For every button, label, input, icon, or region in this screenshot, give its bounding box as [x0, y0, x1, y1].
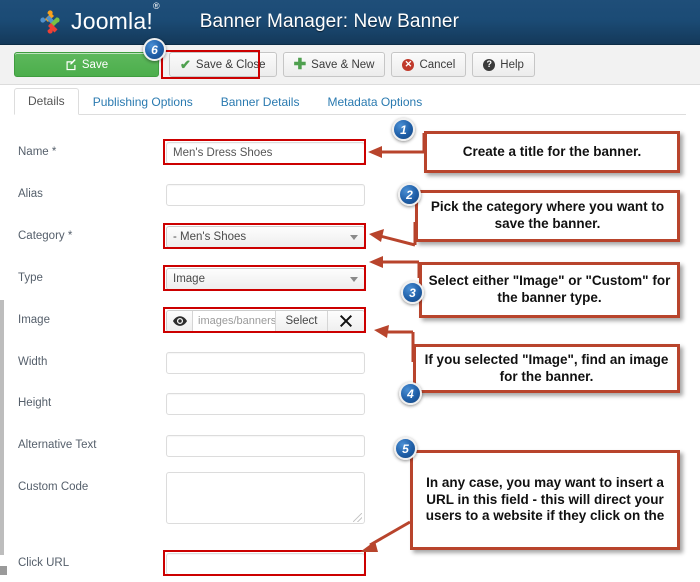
question-circle-icon: ?: [483, 58, 496, 71]
app-header: Joomla!® Banner Manager: New Banner: [0, 0, 700, 45]
joomla-banner-manager-screen: Joomla!® Banner Manager: New Banner Save…: [0, 0, 700, 582]
help-label: Help: [500, 58, 524, 71]
type-label: Type: [18, 272, 43, 284]
category-select-value: - Men's Shoes: [173, 231, 247, 243]
close-x-icon[interactable]: [328, 311, 364, 331]
type-select-value: Image: [173, 273, 205, 285]
cancel-circle-icon: ✕: [402, 58, 415, 71]
brand-name: Joomla!®: [71, 0, 160, 34]
tab-metadata-options[interactable]: Metadata Options: [313, 89, 436, 115]
height-field[interactable]: [166, 393, 365, 415]
height-input[interactable]: [166, 393, 365, 415]
image-field[interactable]: images/banners Select: [166, 310, 365, 332]
chevron-down-icon: [350, 276, 358, 282]
alternative-text-input[interactable]: [166, 435, 365, 457]
width-label: Width: [18, 356, 48, 368]
callout-1: Create a title for the banner.: [424, 131, 680, 173]
tab-details[interactable]: Details: [14, 88, 79, 115]
category-label: Category *: [18, 230, 73, 242]
badge-6: 6: [143, 38, 166, 61]
image-path-input[interactable]: images/banners: [193, 311, 276, 331]
image-picker-group: images/banners Select: [166, 310, 365, 332]
plus-icon: ✚: [293, 56, 307, 73]
joomla-brand[interactable]: Joomla!®: [38, 0, 160, 36]
brand-registered-mark: ®: [152, 0, 160, 11]
custom-code-field[interactable]: [166, 472, 365, 524]
height-label: Height: [18, 397, 52, 409]
alias-label: Alias: [18, 188, 43, 200]
toolbar: Save ✔ Save & Close ✚ Save & New ✕ Cance…: [0, 45, 700, 85]
save-button-label: Save: [81, 58, 109, 71]
save-button[interactable]: Save: [14, 52, 159, 77]
alias-input[interactable]: [166, 184, 365, 206]
resize-grip-icon[interactable]: [353, 513, 362, 522]
joomla-logo-icon: [38, 8, 66, 36]
name-label: Name *: [18, 146, 57, 158]
type-select[interactable]: Image: [166, 268, 365, 290]
width-input[interactable]: [166, 352, 365, 374]
badge-4: 4: [399, 382, 422, 405]
custom-code-textarea[interactable]: [166, 472, 365, 524]
badge-2: 2: [398, 183, 421, 206]
alias-field[interactable]: [166, 184, 365, 206]
save-and-new-button[interactable]: ✚ Save & New: [282, 52, 386, 77]
alternative-text-field[interactable]: [166, 435, 365, 457]
click-url-label: Click URL: [18, 557, 70, 569]
custom-code-label: Custom Code: [18, 481, 89, 493]
scrollbar-bottom-marker: [0, 566, 7, 575]
badge-3: 3: [401, 281, 424, 304]
image-select-button[interactable]: Select: [276, 311, 328, 331]
check-icon: ✔: [180, 56, 191, 72]
image-label: Image: [18, 314, 50, 326]
help-button[interactable]: ? Help: [472, 52, 535, 77]
callout-2: Pick the category where you want to save…: [415, 190, 680, 242]
cancel-button[interactable]: ✕ Cancel: [391, 52, 467, 77]
save-and-close-button[interactable]: ✔ Save & Close: [169, 52, 277, 77]
category-select[interactable]: - Men's Shoes: [166, 226, 365, 248]
tab-bar: Details Publishing Options Banner Detail…: [14, 88, 686, 115]
save-and-new-label: Save & New: [311, 58, 375, 71]
click-url-field[interactable]: [166, 553, 365, 575]
eye-icon[interactable]: [167, 311, 193, 331]
width-field[interactable]: [166, 352, 365, 374]
chevron-down-icon: [350, 234, 358, 240]
callout-5: In any case, you may want to insert a UR…: [410, 450, 680, 550]
cancel-label: Cancel: [419, 58, 456, 71]
tab-banner-details[interactable]: Banner Details: [207, 89, 314, 115]
badge-5: 5: [394, 437, 417, 460]
vertical-scrollbar[interactable]: [0, 300, 4, 555]
alternative-text-label: Alternative Text: [18, 439, 97, 451]
pencil-square-icon: [65, 58, 77, 71]
badge-1: 1: [392, 118, 415, 141]
click-url-input[interactable]: [166, 553, 365, 575]
tab-publishing-options[interactable]: Publishing Options: [79, 89, 207, 115]
save-and-close-label: Save & Close: [195, 58, 266, 71]
page-title: Banner Manager: New Banner: [199, 11, 460, 32]
category-field[interactable]: - Men's Shoes: [166, 226, 365, 248]
type-field[interactable]: Image: [166, 268, 365, 290]
callout-4: If you selected "Image", find an image f…: [413, 344, 680, 393]
callout-3: Select either "Image" or "Custom" for th…: [419, 262, 680, 318]
name-input[interactable]: Men's Dress Shoes: [166, 142, 365, 164]
name-field[interactable]: Men's Dress Shoes: [166, 142, 365, 164]
